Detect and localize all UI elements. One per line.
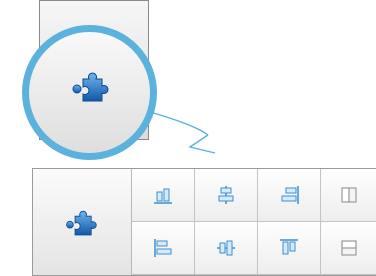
align-left-button[interactable] xyxy=(132,222,195,275)
align-top-icon xyxy=(280,239,298,255)
align-bottom-button[interactable] xyxy=(132,169,195,222)
align-right-icon xyxy=(281,186,299,204)
distribute-rows-icon xyxy=(341,240,356,256)
align-center-vertical-button[interactable] xyxy=(195,169,258,222)
puzzle-piece-icon xyxy=(66,210,97,236)
align-bottom-icon xyxy=(154,188,172,204)
distribute-rows-button[interactable] xyxy=(321,222,376,275)
alignment-ribbon xyxy=(32,168,376,276)
align-center-horizontal-icon xyxy=(217,240,235,256)
add-in-button[interactable] xyxy=(33,169,132,275)
distribute-columns-button[interactable] xyxy=(321,169,376,222)
align-top-button[interactable] xyxy=(258,222,321,275)
distribute-columns-icon xyxy=(341,187,356,203)
align-left-icon xyxy=(154,239,172,257)
align-right-button[interactable] xyxy=(258,169,321,222)
align-center-horizontal-button[interactable] xyxy=(195,222,258,275)
align-center-vertical-icon xyxy=(218,186,234,204)
